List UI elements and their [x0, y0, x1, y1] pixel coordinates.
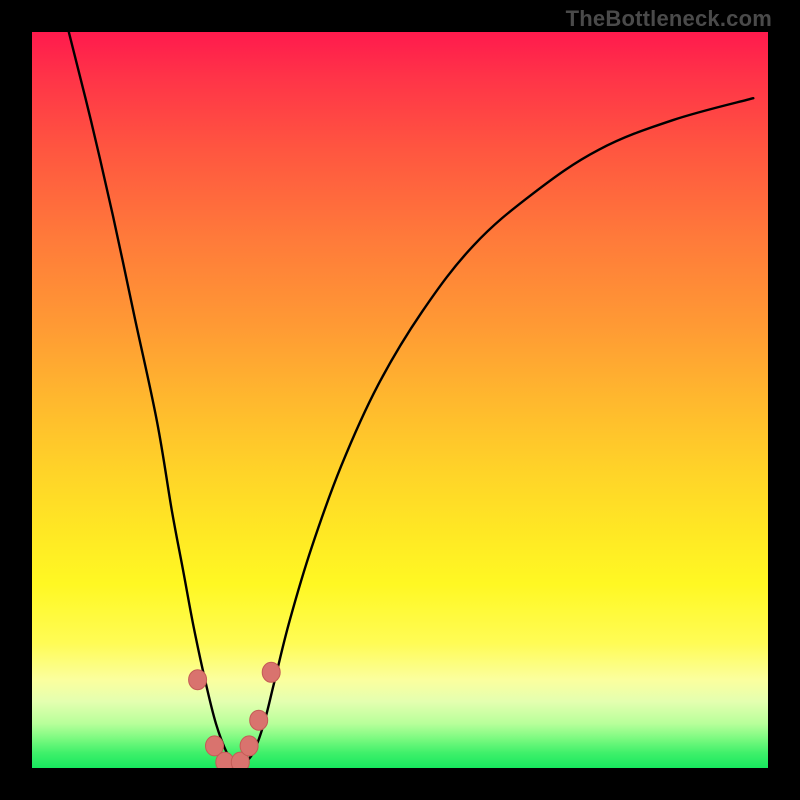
- curve-marker: [240, 736, 258, 756]
- watermark-text: TheBottleneck.com: [566, 6, 772, 32]
- chart-frame: TheBottleneck.com: [0, 0, 800, 800]
- bottleneck-curve-path: [69, 32, 754, 766]
- bottleneck-curve-svg: [32, 32, 768, 768]
- plot-area: [32, 32, 768, 768]
- curve-marker: [250, 710, 268, 730]
- curve-marker: [189, 670, 207, 690]
- curve-markers: [189, 662, 281, 768]
- curve-marker: [262, 662, 280, 682]
